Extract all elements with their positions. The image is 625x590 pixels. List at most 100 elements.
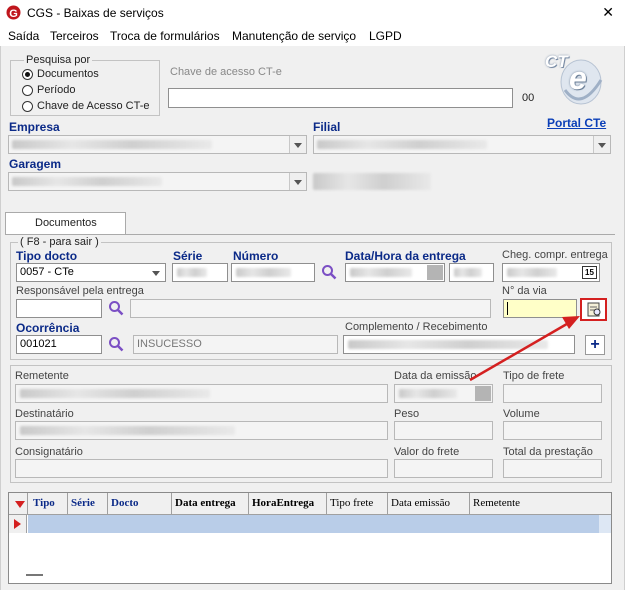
- col-docto[interactable]: Docto: [111, 497, 139, 509]
- tipo-docto-label: Tipo docto: [16, 249, 78, 263]
- valor-frete-label: Valor do frete: [394, 446, 460, 458]
- data-entrega-value: [350, 268, 412, 277]
- peso-field: [394, 421, 493, 440]
- col-hora-entrega[interactable]: HoraEntrega: [252, 497, 314, 509]
- complemento-value: [348, 340, 548, 349]
- remetente-value: [20, 389, 210, 398]
- filial-value: [317, 140, 487, 149]
- data-emissao-value: [399, 389, 457, 398]
- col-data-emissao[interactable]: Data emissão: [391, 497, 450, 509]
- numero-label: Número: [233, 249, 279, 263]
- menu-manutencao-servico[interactable]: Manutenção de serviço: [232, 29, 356, 43]
- cte-logo-text: CT: [545, 52, 568, 71]
- garagem-value: [12, 177, 162, 186]
- col-divider: [469, 493, 470, 515]
- responsavel-label: Responsável pela entrega: [16, 285, 144, 297]
- portal-cte-link[interactable]: Portal CTe: [547, 116, 606, 130]
- radio-periodo[interactable]: [22, 85, 33, 96]
- tab-documentos-label: Documentos: [35, 217, 97, 229]
- col-divider: [27, 493, 28, 515]
- empresa-label: Empresa: [9, 120, 60, 134]
- serie-input[interactable]: [172, 263, 228, 282]
- radio-documentos[interactable]: [22, 69, 33, 80]
- cheg-compr-input[interactable]: 15: [502, 263, 600, 282]
- garagem-desc: [313, 173, 431, 190]
- col-data-entrega[interactable]: Data entrega: [175, 497, 236, 509]
- col-tipo[interactable]: Tipo: [33, 497, 55, 509]
- responsavel-input[interactable]: [16, 299, 102, 318]
- col-divider: [171, 493, 172, 515]
- ocorrencia-input[interactable]: 001021: [16, 335, 102, 354]
- numero-value: [236, 268, 291, 277]
- col-divider: [107, 493, 108, 515]
- table-row[interactable]: [28, 515, 599, 533]
- svg-text:G: G: [9, 8, 18, 20]
- data-entrega-input[interactable]: [345, 263, 445, 282]
- add-button[interactable]: +: [585, 335, 605, 355]
- search-icon[interactable]: [321, 264, 337, 280]
- cte-logo: CT e: [543, 50, 608, 108]
- search-icon[interactable]: [108, 300, 124, 316]
- data-emissao-label: Data da emissão: [394, 370, 477, 382]
- ocorrencia-label: Ocorrência: [16, 321, 80, 335]
- col-divider: [387, 493, 388, 515]
- menu-terceiros[interactable]: Terceiros: [50, 29, 99, 43]
- hora-entrega-input[interactable]: [449, 263, 494, 282]
- responsavel-desc: [130, 299, 491, 318]
- tab-divider: [5, 234, 615, 235]
- col-tipo-frete[interactable]: Tipo frete: [330, 497, 373, 509]
- destinatario-label: Destinatário: [15, 408, 74, 420]
- tipo-docto-select[interactable]: 0057 - CTe: [16, 263, 166, 282]
- col-divider: [326, 493, 327, 515]
- complemento-input[interactable]: [343, 335, 575, 354]
- cte-logo-sub: e: [569, 60, 587, 96]
- radio-chave-cte-label: Chave de Acesso CT-e: [37, 100, 150, 112]
- documents-grid[interactable]: Tipo Série Docto Data entrega HoraEntreg…: [8, 492, 612, 584]
- radio-periodo-label: Período: [37, 84, 76, 96]
- menu-saida[interactable]: Saída: [8, 29, 39, 43]
- col-serie[interactable]: Série: [71, 497, 95, 509]
- remetente-field: [15, 384, 388, 403]
- menu-troca-formularios[interactable]: Troca de formulários: [110, 29, 220, 43]
- col-divider: [248, 493, 249, 515]
- data-hora-label: Data/Hora da entrega: [345, 249, 466, 263]
- search-group-label: Pesquisa por: [24, 54, 93, 66]
- calendar-icon[interactable]: 15: [582, 266, 597, 279]
- via-input[interactable]: [503, 299, 577, 318]
- calendar-icon: [475, 386, 491, 401]
- tipo-frete-label: Tipo de frete: [503, 370, 565, 382]
- tab-documentos[interactable]: Documentos: [5, 212, 126, 235]
- scrollbar-thumb[interactable]: [26, 574, 43, 576]
- search-via-button[interactable]: [580, 298, 607, 321]
- table-row-end: [599, 515, 611, 533]
- app-logo-icon: G: [6, 5, 21, 20]
- valor-frete-field: [394, 459, 493, 478]
- total-prestacao-field: [503, 459, 602, 478]
- menu-bar: Saída Terceiros Troca de formulários Man…: [0, 26, 625, 46]
- filial-label: Filial: [313, 120, 341, 134]
- sort-down-icon[interactable]: [15, 501, 25, 508]
- destinatario-value: [20, 426, 235, 435]
- cte-key-suffix: 00: [522, 92, 535, 104]
- calendar-icon[interactable]: [427, 265, 443, 280]
- cte-key-input[interactable]: [168, 88, 513, 108]
- radio-documentos-label: Documentos: [37, 68, 99, 80]
- empresa-select[interactable]: [8, 135, 307, 154]
- menu-lgpd[interactable]: LGPD: [369, 29, 402, 43]
- filial-select[interactable]: [313, 135, 611, 154]
- cheg-compr-value: [507, 268, 557, 277]
- row-indicator: [9, 515, 27, 533]
- consignatario-field: [15, 459, 388, 478]
- volume-field: [503, 421, 602, 440]
- numero-input[interactable]: [231, 263, 315, 282]
- radio-chave-cte[interactable]: [22, 101, 33, 112]
- via-label: N° da via: [502, 285, 547, 297]
- chevron-down-icon: [289, 173, 306, 190]
- garagem-select[interactable]: [8, 172, 307, 191]
- col-remetente[interactable]: Remetente: [473, 497, 520, 509]
- search-icon[interactable]: [108, 336, 124, 352]
- chevron-down-icon: [593, 136, 610, 153]
- serie-value: [177, 268, 207, 277]
- tipo-frete-field: [503, 384, 602, 403]
- close-icon[interactable]: ✕: [602, 4, 614, 21]
